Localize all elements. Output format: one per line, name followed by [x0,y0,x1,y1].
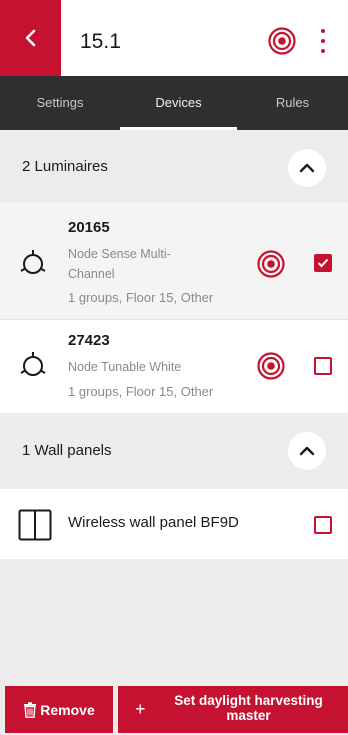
wall-panel-checkbox[interactable] [314,516,332,534]
luminaire-name: 27423 [68,332,110,349]
tab-devices[interactable]: Devices [120,76,237,130]
remove-label: Remove [40,701,95,718]
luminaires-collapse-button[interactable] [288,149,326,187]
luminaire-bulb-icon [20,250,46,274]
plus-icon: + [135,699,146,719]
wall-panels-section-title: 1 Wall panels [22,442,112,459]
wall-panel-icon [18,509,52,541]
identify-target-icon[interactable] [256,249,286,279]
luminaires-section-title: 2 Luminaires [22,158,108,175]
chevron-up-icon [299,446,315,456]
empty-list-area [0,559,348,686]
tab-rules[interactable]: Rules [237,76,348,130]
luminaire-meta: 1 groups, Floor 15, Other [68,384,214,399]
luminaire-type: Node Tunable White [68,360,182,374]
remove-button[interactable]: Remove [5,686,113,733]
tab-settings[interactable]: Settings [0,76,120,130]
more-vertical-icon[interactable] [315,29,331,53]
daylight-harvesting-label: Set daylight harvesting master [174,693,323,723]
chevron-left-icon [25,29,35,47]
back-button[interactable] [0,0,61,76]
luminaire-meta: 1 groups, Floor 15, Other [68,290,214,305]
luminaire-name: 20165 [68,219,110,236]
wall-panel-name: Wireless wall panel BF9D [68,514,239,531]
luminaire-type: Node Sense Multi-Channel [68,247,171,281]
identify-target-icon[interactable] [267,26,297,56]
luminaires-section-header[interactable]: 2 Luminaires [0,130,348,203]
luminaire-checkbox[interactable] [314,357,332,375]
identify-target-icon[interactable] [256,351,286,381]
wall-panels-collapse-button[interactable] [288,432,326,470]
app-header: 15.1 [0,0,348,76]
checkmark-icon [317,258,329,268]
page-title: 15.1 [80,30,121,53]
luminaire-checkbox[interactable] [314,254,332,272]
tab-bar: Settings Devices Rules [0,76,348,130]
set-daylight-harvesting-master-button[interactable]: + Set daylight harvesting master [118,686,348,733]
trash-icon [24,701,37,718]
wall-panels-section-header[interactable]: 1 Wall panels [0,413,348,489]
luminaire-bulb-icon [20,352,46,376]
chevron-up-icon [299,163,315,173]
